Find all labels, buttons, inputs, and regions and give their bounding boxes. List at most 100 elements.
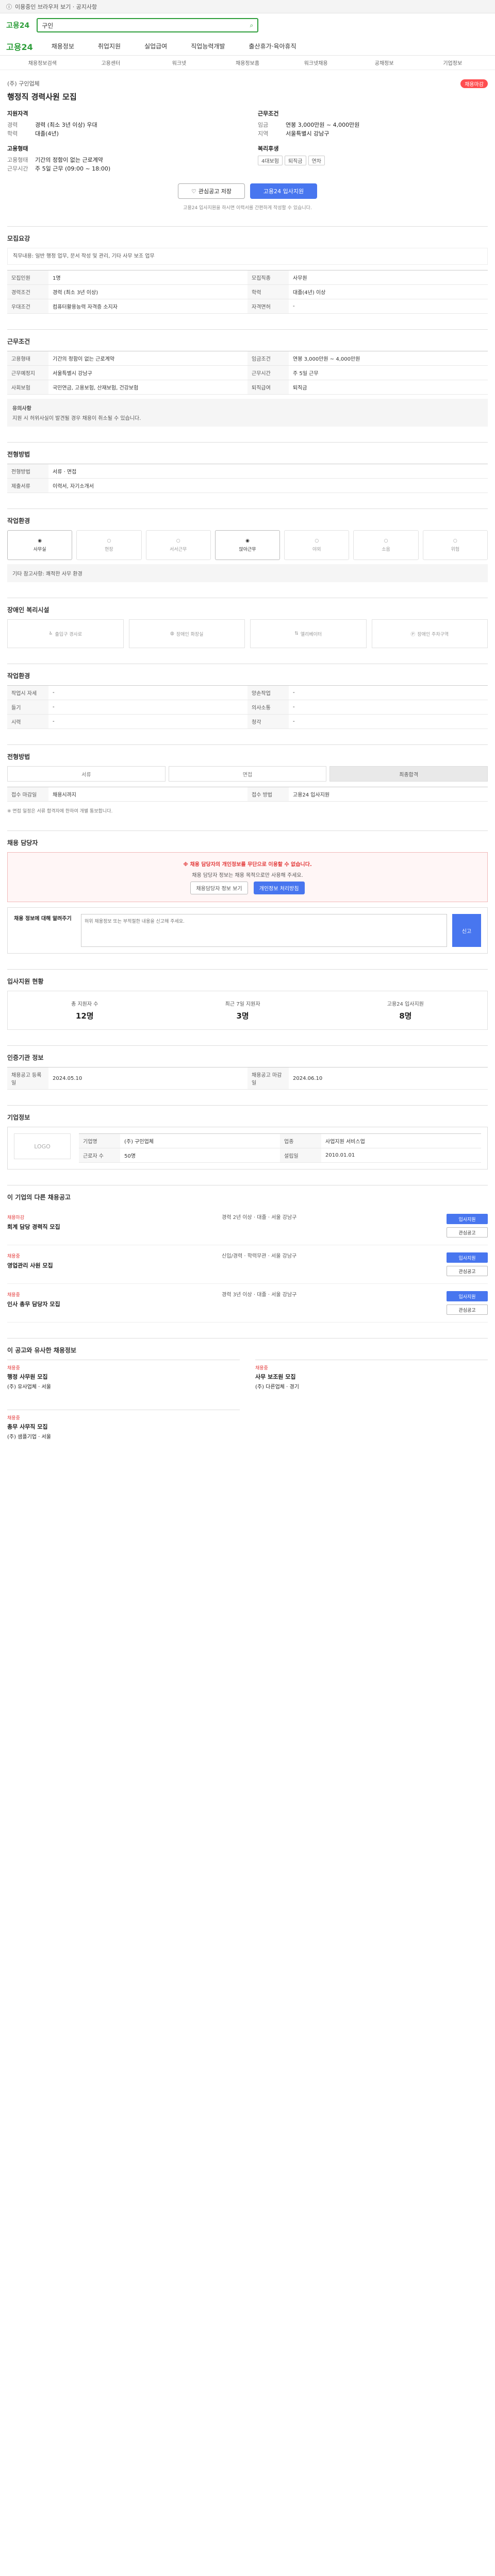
- extra-heading: 고용형태: [7, 145, 28, 152]
- search-icon[interactable]: ⌕: [250, 22, 254, 29]
- table-key: 근로자 수: [79, 1148, 120, 1162]
- search-value[interactable]: 구인: [42, 21, 53, 30]
- stat-card: 최근 7일 지원자 3명: [225, 999, 260, 1021]
- nav-item-training[interactable]: 직업능력개발: [191, 42, 225, 50]
- table-key: 업종: [280, 1134, 321, 1148]
- main-nav: 고용24 채용정보 취업지원 실업급여 직업능력개발 출산휴가·육아휴직: [0, 37, 495, 56]
- job-scrap-button[interactable]: 관심공고: [447, 1266, 488, 1276]
- welfare-section-heading: 장애인 복리시설: [7, 606, 50, 614]
- rec-title[interactable]: 사무 보조원 모집: [255, 1372, 488, 1381]
- subnav-item[interactable]: 워크넷채용: [282, 59, 350, 66]
- list-item[interactable]: 채용중 영업관리 사원 모집 신입/경력 · 학력무관 · 서울 강남구 입사지원…: [7, 1245, 488, 1284]
- welfare-label: 출입구 경사로: [55, 632, 82, 637]
- ramp-icon: ♿: [48, 631, 53, 636]
- report-input[interactable]: [81, 914, 447, 947]
- rec-tag: 채용중: [255, 1366, 268, 1371]
- stat-value: 12명: [75, 1011, 94, 1021]
- privacy-policy-button[interactable]: 개인정보 처리방침: [253, 882, 305, 894]
- table-key: 기업명: [79, 1134, 120, 1148]
- subnav-item[interactable]: 기업정보: [418, 59, 487, 66]
- table-key: 학력: [248, 285, 289, 299]
- list-item[interactable]: 채용중 행정 사무원 모집 (주) 유사업체 · 서울: [7, 1360, 240, 1394]
- nav-item-leave[interactable]: 출산휴가·육아휴직: [249, 42, 296, 50]
- job-apply-button[interactable]: 입사지원: [447, 1252, 488, 1263]
- subnav-item[interactable]: 고용센터: [77, 59, 145, 66]
- list-item[interactable]: 채용중 사무 보조원 모집 (주) 다른업체 · 경기: [255, 1360, 488, 1394]
- env-icon: ○: [107, 538, 111, 544]
- env-item: ○ 현장: [76, 530, 142, 560]
- job-title[interactable]: 인사 총무 담당자 모집: [7, 1300, 152, 1308]
- job-title[interactable]: 영업관리 사원 모집: [7, 1261, 152, 1269]
- rec-tag: 채용중: [7, 1366, 20, 1371]
- job-meta: 경력 3년 이상 · 대졸 · 서울 강남구: [222, 1292, 297, 1298]
- org-table: 채용공고 등록일 2024.05.10 채용공고 마감일 2024.06.10: [7, 1067, 488, 1090]
- site-logo[interactable]: 고용24: [6, 20, 29, 30]
- kv-key: 근무시간: [7, 165, 28, 172]
- list-item[interactable]: 채용마감 회계 담당 경력직 모집 경력 2년 이상 · 대졸 · 서울 강남구 …: [7, 1207, 488, 1245]
- notice-box: 유의사항 지원 시 허위사실이 발견될 경우 채용이 취소될 수 있습니다.: [7, 399, 488, 427]
- apply-button[interactable]: 고용24 입사지원: [250, 183, 317, 199]
- apply-tip: 고용24 입사지원을 하시면 이력서를 간편하게 작성할 수 있습니다.: [183, 206, 312, 211]
- table-value: 국민연금, 고용보험, 산재보험, 건강보험: [53, 385, 139, 391]
- welfare-heading: 복리후생: [258, 145, 279, 152]
- stat-card: 고용24 입사지원 8명: [387, 999, 424, 1021]
- table-key: 사회보험: [7, 380, 48, 394]
- subnav-item[interactable]: 공채정보: [350, 59, 419, 66]
- job-meta: 경력 2년 이상 · 대졸 · 서울 강남구: [222, 1215, 297, 1221]
- job-apply-button[interactable]: 입사지원: [447, 1291, 488, 1301]
- list-item[interactable]: 채용중 인사 총무 담당자 모집 경력 3년 이상 · 대졸 · 서울 강남구 입…: [7, 1284, 488, 1323]
- job-scrap-button[interactable]: 관심공고: [447, 1227, 488, 1238]
- process-step: 최종합격: [329, 766, 488, 782]
- contact-view-button[interactable]: 채용담당자 정보 보기: [190, 882, 248, 894]
- welfare-label: 장애인 주차구역: [417, 632, 449, 637]
- org-heading: 인증기관 정보: [7, 1054, 44, 1061]
- table-key: 임금조건: [248, 351, 289, 365]
- env-item: ○ 서서근무: [145, 530, 211, 560]
- env-item: ◉ 사무실: [7, 530, 73, 560]
- job-description: 직무내용: 일반 행정 업무, 문서 작성 및 관리, 기타 사무 보조 업무: [7, 248, 488, 265]
- search-box[interactable]: 구인 ⌕: [37, 18, 259, 32]
- table-key: 설립일: [280, 1148, 321, 1162]
- nav-brand[interactable]: 고용24: [6, 40, 33, 53]
- nav-item-jobs[interactable]: 채용정보: [52, 42, 74, 50]
- company-name[interactable]: (주) 구인업체: [7, 79, 40, 88]
- subnav-item[interactable]: 워크넷: [145, 59, 213, 66]
- report-submit-button[interactable]: 신고: [452, 914, 481, 947]
- welfare-chip: 퇴직금: [284, 156, 306, 165]
- table-key: 시력: [7, 715, 48, 728]
- table-key: 채용공고 마감일: [248, 1067, 289, 1089]
- process-heading: 전형방법: [7, 753, 30, 760]
- table-value: -: [293, 704, 295, 710]
- list-item[interactable]: 채용중 총무 사무직 모집 (주) 샘플기업 · 서울: [7, 1410, 240, 1444]
- nav-item-benefit[interactable]: 실업급여: [144, 42, 167, 50]
- subnav-item[interactable]: 채용정보홈: [213, 59, 282, 66]
- rec-title[interactable]: 총무 사무직 모집: [7, 1422, 240, 1431]
- job-title[interactable]: 회계 담당 경력직 모집: [7, 1223, 152, 1231]
- job-scrap-button[interactable]: 관심공고: [447, 1304, 488, 1315]
- rec-info: (주) 유사업체 · 서울: [7, 1384, 51, 1390]
- kv-value: 주 5일 근무 (09:00 ~ 18:00): [35, 165, 111, 172]
- env-icon: ○: [315, 538, 319, 544]
- rec-title[interactable]: 행정 사무원 모집: [7, 1372, 240, 1381]
- kv-key: 고용형태: [7, 157, 28, 163]
- jobs-section: 이 기업의 다른 채용공고 채용마감 회계 담당 경력직 모집 경력 2년 이상 …: [7, 1185, 488, 1323]
- job-apply-button[interactable]: 입사지원: [447, 1214, 488, 1224]
- heart-icon: ♡: [191, 188, 196, 195]
- subnav-item[interactable]: 채용정보검색: [8, 59, 77, 66]
- env-label: 사무실: [33, 547, 46, 552]
- welfare-section: 장애인 복리시설 ♿ 출입구 경사로 ◍ 장애인 화장실 ⇅ 엘리베이터 Ⓟ 장애인 주…: [7, 598, 488, 648]
- ingi-heading: 전형방법: [7, 451, 30, 458]
- table-value: 채용시까지: [53, 792, 76, 798]
- process-step: 면접: [168, 766, 327, 782]
- table-value: -: [53, 690, 55, 696]
- org-section: 인증기관 정보 채용공고 등록일 2024.05.10 채용공고 마감일 2024.0…: [7, 1045, 488, 1090]
- job-meta: 신입/경력 · 학력무관 · 서울 강남구: [222, 1253, 297, 1259]
- work-section: 근무조건 고용형태 기간의 정함이 없는 근로계약 임금조건 연봉 3,000만원 ~…: [7, 329, 488, 427]
- table-value: 퇴직금: [293, 385, 307, 391]
- scrap-button[interactable]: ♡ 관심공고 저장: [178, 183, 245, 199]
- table-key: 근무예정지: [7, 366, 48, 380]
- table-key: 경력조건: [7, 285, 48, 299]
- welfare-label: 장애인 화장실: [176, 632, 204, 637]
- nav-item-support[interactable]: 취업지원: [98, 42, 121, 50]
- table-key: 접수 방법: [248, 787, 289, 801]
